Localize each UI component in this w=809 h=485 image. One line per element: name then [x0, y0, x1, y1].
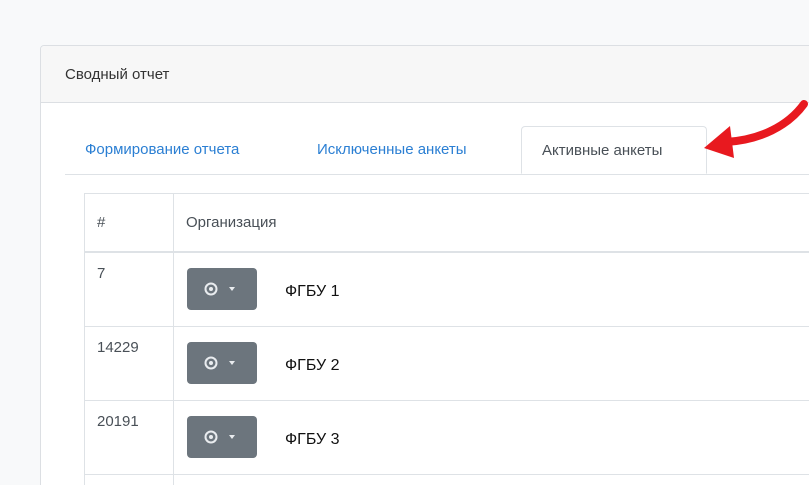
id-cell [85, 475, 174, 485]
row-actions-button[interactable] [187, 342, 257, 384]
row-id: 7 [97, 265, 106, 282]
organization-header-label: Организация [186, 214, 277, 231]
id-cell: 20191 [85, 401, 174, 474]
table-row-partial [85, 475, 809, 485]
tab-excluded-surveys[interactable]: Исключенные анкеты [317, 126, 467, 174]
organization-name: ФГБУ 3 [285, 431, 340, 448]
card-title: Сводный отчет [65, 66, 170, 83]
row-actions-button[interactable] [187, 268, 257, 310]
gear-icon [204, 282, 235, 296]
id-cell: 7 [85, 253, 174, 326]
gear-icon [204, 356, 235, 370]
row-id: 20191 [97, 413, 139, 430]
tabs-nav: Формирование отчета Исключенные анкеты А… [65, 126, 809, 175]
tab-active-surveys[interactable]: Активные анкеты [521, 126, 707, 174]
card-header: Сводный отчет [41, 46, 809, 103]
red-arrow-icon [704, 100, 808, 158]
id-column-header: # [85, 194, 174, 251]
row-actions-button[interactable] [187, 416, 257, 458]
gear-icon [204, 430, 235, 444]
tab-report-generation[interactable]: Формирование отчета [85, 126, 239, 174]
id-header-label: # [97, 214, 106, 231]
table-row: 7 ФГБУ 1 [85, 253, 809, 327]
surveys-table: # Организация 7 ФГБУ 1 14229 ФГБУ 2 2019… [84, 193, 809, 485]
page: Сводный отчет Формирование отчета Исключ… [0, 0, 809, 485]
organization-name: ФГБУ 2 [285, 357, 340, 374]
table-row: 14229 ФГБУ 2 [85, 327, 809, 401]
organization-name: ФГБУ 1 [285, 283, 340, 300]
table-row: 20191 ФГБУ 3 [85, 401, 809, 475]
id-cell: 14229 [85, 327, 174, 400]
row-id: 14229 [97, 339, 139, 356]
table-header-row: # Организация [85, 193, 809, 253]
